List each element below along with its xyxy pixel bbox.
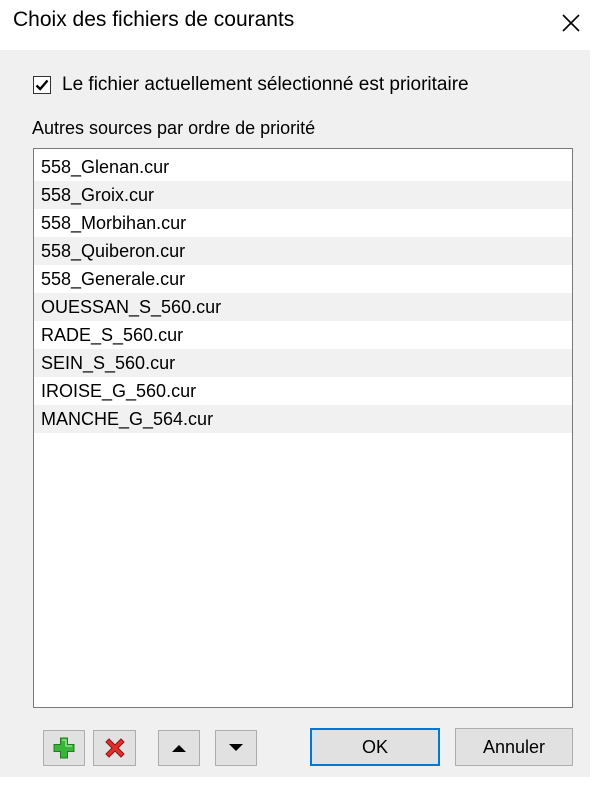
list-item[interactable]: SEIN_S_560.cur (34, 349, 572, 377)
triangle-up-icon (172, 745, 186, 752)
list-item[interactable]: OUESSAN_S_560.cur (34, 293, 572, 321)
plus-icon (53, 737, 75, 759)
priority-checkbox-label: Le fichier actuellement sélectionné est … (62, 74, 469, 95)
sources-label: Autres sources par ordre de priorité (32, 118, 316, 138)
close-button[interactable] (548, 0, 594, 46)
list-item[interactable]: RADE_S_560.cur (34, 321, 572, 349)
priority-option[interactable]: Le fichier actuellement sélectionné est … (33, 73, 469, 97)
list-item[interactable]: 558_Morbihan.cur (34, 209, 572, 237)
remove-file-button[interactable] (93, 730, 136, 766)
list-item[interactable]: 558_Groix.cur (34, 181, 572, 209)
priority-checkbox[interactable] (33, 76, 51, 94)
list-item[interactable]: MANCHE_G_564.cur (34, 405, 572, 433)
cancel-button[interactable]: Annuler (455, 728, 573, 766)
ok-button[interactable]: OK (310, 728, 440, 766)
triangle-down-icon (229, 744, 243, 751)
list-item[interactable]: 558_Quiberon.cur (34, 237, 572, 265)
add-file-button[interactable] (43, 730, 85, 766)
file-list: 558_Glenan.cur 558_Groix.cur 558_Morbihan.… (34, 149, 572, 433)
dialog-window: Choix des fichiers de courants Le fichie… (0, 0, 600, 785)
checkmark-icon (35, 79, 49, 91)
list-item[interactable]: IROISE_G_560.cur (34, 377, 572, 405)
x-icon (104, 738, 125, 758)
dialog-title: Choix des fichiers de courants (13, 8, 295, 31)
close-icon (562, 14, 580, 32)
list-item[interactable]: 558_Generale.cur (34, 265, 572, 293)
sources-listbox[interactable]: 558_Glenan.cur 558_Groix.cur 558_Morbihan.… (33, 148, 573, 708)
list-item[interactable]: 558_Glenan.cur (34, 153, 572, 181)
move-up-button[interactable] (158, 730, 200, 766)
move-down-button[interactable] (215, 730, 257, 766)
